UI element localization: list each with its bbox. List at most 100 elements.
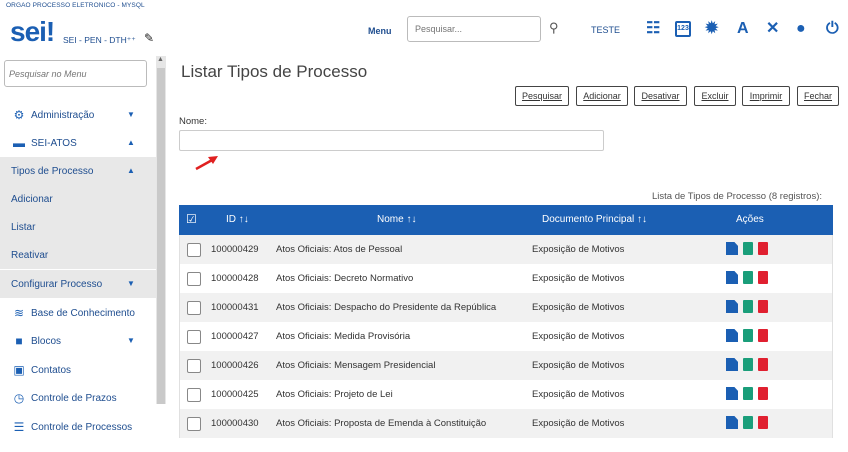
row-checkbox[interactable] — [187, 359, 201, 373]
deactivate-icon[interactable] — [743, 416, 753, 429]
sidebar-item-blocos[interactable]: ■ Blocos ▼ — [0, 327, 156, 355]
sidebar-item-sei-atos[interactable]: ▬ SEI-ATOS ▲ — [0, 129, 156, 157]
column-nome[interactable]: Nome ↑↓ — [377, 214, 416, 225]
table-row[interactable]: 100000431 Atos Oficiais: Despacho do Pres… — [179, 293, 833, 322]
sidebar-item-reativar[interactable]: Reativar — [0, 241, 156, 269]
sei-logo[interactable]: sei! — [10, 16, 55, 48]
row-checkbox[interactable] — [187, 301, 201, 315]
scroll-thumb[interactable] — [157, 68, 165, 404]
top-bar: ORGAO PROCESSO ELETRONICO - MYSQL sei! S… — [0, 0, 848, 56]
edit-icon[interactable] — [726, 300, 738, 313]
table-row[interactable]: 100000428 Atos Oficiais: Decreto Normativ… — [179, 264, 833, 293]
scroll-up-icon[interactable]: ▲ — [157, 56, 164, 63]
edit-icon[interactable] — [726, 329, 738, 342]
sidebar-item-label: Configurar Processo — [11, 278, 103, 290]
menu-search-input[interactable] — [4, 60, 147, 87]
list-icon: ☰ — [13, 420, 25, 434]
calculator-icon[interactable]: 123 — [675, 21, 691, 37]
deactivate-icon[interactable] — [743, 242, 753, 255]
database-icon: ≋ — [13, 306, 25, 320]
row-checkbox[interactable] — [187, 243, 201, 257]
global-search-input[interactable] — [407, 16, 541, 42]
sidebar-item-label: Contatos — [31, 364, 72, 376]
row-actions — [726, 271, 768, 284]
row-nome: Atos Oficiais: Despacho do Presidente da… — [276, 302, 497, 313]
page-title: Listar Tipos de Processo — [181, 62, 368, 81]
sidebar-item-administracao[interactable]: ⚙ Administração ▼ — [0, 101, 156, 129]
sidebar-item-controle-de-prazos[interactable]: ◷ Controle de Prazos — [0, 384, 156, 412]
table-row[interactable]: 100000427 Atos Oficiais: Medida Provisóri… — [179, 322, 833, 351]
sidebar-item-adicionar[interactable]: Adicionar — [0, 185, 156, 213]
font-icon[interactable]: A — [737, 19, 749, 39]
deactivate-icon[interactable] — [743, 329, 753, 342]
edit-icon[interactable] — [726, 358, 738, 371]
tools-icon[interactable]: ✕ — [766, 19, 779, 39]
nome-input[interactable] — [179, 130, 604, 151]
search-icon[interactable]: ⚲ — [549, 20, 559, 36]
imprimir-button[interactable]: Imprimir — [742, 86, 790, 106]
row-documento: Exposição de Motivos — [532, 389, 625, 400]
unit-selector[interactable]: TESTE — [591, 25, 620, 35]
row-checkbox[interactable] — [187, 330, 201, 344]
red-arrow-annotation — [195, 156, 218, 171]
delete-icon[interactable] — [758, 329, 768, 342]
chevron-down-icon: ▼ — [127, 279, 135, 288]
delete-icon[interactable] — [758, 358, 768, 371]
edit-icon[interactable] — [726, 416, 738, 429]
delete-icon[interactable] — [758, 300, 768, 313]
row-id: 100000427 — [211, 331, 259, 342]
row-documento: Exposição de Motivos — [532, 302, 625, 313]
edit-icon[interactable] — [726, 242, 738, 255]
column-acoes: Ações — [736, 214, 764, 225]
list-icon[interactable]: ☷ — [646, 19, 660, 39]
excluir-button[interactable]: Excluir — [694, 86, 736, 106]
sidebar-item-listar[interactable]: Listar — [0, 213, 156, 241]
row-id: 100000428 — [211, 273, 259, 284]
unit-path: SEI - PEN - DTH⁺⁺ — [63, 35, 136, 45]
pesquisar-button[interactable]: Pesquisar — [515, 86, 569, 106]
sidebar-item-label: Blocos — [31, 335, 62, 347]
adicionar-button[interactable]: Adicionar — [576, 86, 628, 106]
table-row[interactable]: 100000425 Atos Oficiais: Projeto de Lei Ex… — [179, 380, 833, 409]
sidebar-item-label: Controle de Processos — [31, 421, 133, 433]
row-checkbox[interactable] — [187, 388, 201, 402]
deactivate-icon[interactable] — [743, 387, 753, 400]
select-all-checkbox-icon[interactable]: ☑ — [186, 212, 197, 226]
delete-icon[interactable] — [758, 416, 768, 429]
deactivate-icon[interactable] — [743, 271, 753, 284]
row-nome: Atos Oficiais: Atos de Pessoal — [276, 244, 403, 255]
sidebar-item-configurar-processo[interactable]: Configurar Processo ▼ — [0, 270, 156, 298]
deactivate-icon[interactable] — [743, 300, 753, 313]
deactivate-icon[interactable] — [743, 358, 753, 371]
sidebar-item-contatos[interactable]: ▣ Contatos — [0, 356, 156, 384]
fechar-button[interactable]: Fechar — [797, 86, 839, 106]
edit-icon[interactable] — [726, 387, 738, 400]
row-documento: Exposição de Motivos — [532, 360, 625, 371]
menu-toggle[interactable]: Menu — [368, 26, 392, 36]
alert-icon[interactable]: ✹ — [705, 19, 718, 39]
sidebar-item-base-de-conhecimento[interactable]: ≋ Base de Conhecimento — [0, 299, 156, 327]
sidebar-item-label: Administração — [31, 109, 95, 121]
delete-icon[interactable] — [758, 271, 768, 284]
row-checkbox[interactable] — [187, 272, 201, 286]
sidebar-item-controle-de-processos[interactable]: ☰ Controle de Processos — [0, 413, 156, 441]
table-row[interactable]: 100000430 Atos Oficiais: Proposta de Emen… — [179, 409, 833, 438]
table-row[interactable]: 100000426 Atos Oficiais: Mensagem Preside… — [179, 351, 833, 380]
column-documento-principal[interactable]: Documento Principal ↑↓ — [542, 214, 647, 225]
user-icon[interactable]: ● — [796, 19, 806, 39]
sidebar-item-tipos-de-processo[interactable]: Tipos de Processo ▲ — [0, 157, 156, 185]
row-checkbox[interactable] — [187, 417, 201, 431]
row-nome: Atos Oficiais: Projeto de Lei — [276, 389, 393, 400]
power-icon[interactable]: ⏻ — [826, 19, 839, 39]
column-id[interactable]: ID ↑↓ — [226, 214, 249, 225]
sidebar-item-label: Base de Conhecimento — [31, 307, 135, 319]
desativar-button[interactable]: Desativar — [634, 86, 687, 106]
sidebar-scrollbar[interactable]: ▲ — [156, 56, 166, 404]
clock-icon: ◷ — [13, 391, 25, 405]
row-documento: Exposição de Motivos — [532, 273, 625, 284]
edit-icon[interactable] — [726, 271, 738, 284]
delete-icon[interactable] — [758, 387, 768, 400]
pencil-icon[interactable]: ✎ — [144, 31, 154, 45]
table-row[interactable]: 100000429 Atos Oficiais: Atos de Pessoal E… — [179, 235, 833, 264]
delete-icon[interactable] — [758, 242, 768, 255]
